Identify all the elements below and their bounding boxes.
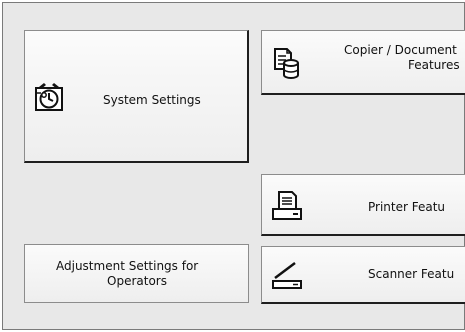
scanner-features-button[interactable]: Scanner Featu xyxy=(261,246,465,304)
copier-document-server-label-line2: Features xyxy=(408,58,460,72)
adjustment-settings-label-line2: Operators xyxy=(107,274,167,288)
printer-features-label: Printer Featu xyxy=(368,200,446,214)
adjustment-settings-label-line1: Adjustment Settings for xyxy=(56,259,199,273)
document-storage-icon xyxy=(271,47,303,79)
scanner-icon xyxy=(271,259,303,291)
printer-icon xyxy=(271,190,303,222)
system-settings-label: System Settings xyxy=(103,93,201,107)
copier-document-server-label-line1: Copier / Document xyxy=(344,43,457,57)
copier-document-server-features-button[interactable]: Copier / Document Features xyxy=(261,30,465,95)
user-tools-screen: System Settings Copier / Document Featur… xyxy=(0,0,465,332)
scanner-features-label: Scanner Featu xyxy=(368,267,455,281)
adjustment-settings-for-operators-button[interactable]: Adjustment Settings for Operators xyxy=(24,244,249,303)
system-settings-button[interactable]: System Settings xyxy=(24,30,249,163)
alarm-clock-icon xyxy=(33,81,65,113)
user-tools-menu-panel: System Settings Copier / Document Featur… xyxy=(2,2,465,330)
printer-features-button[interactable]: Printer Featu xyxy=(261,174,465,236)
